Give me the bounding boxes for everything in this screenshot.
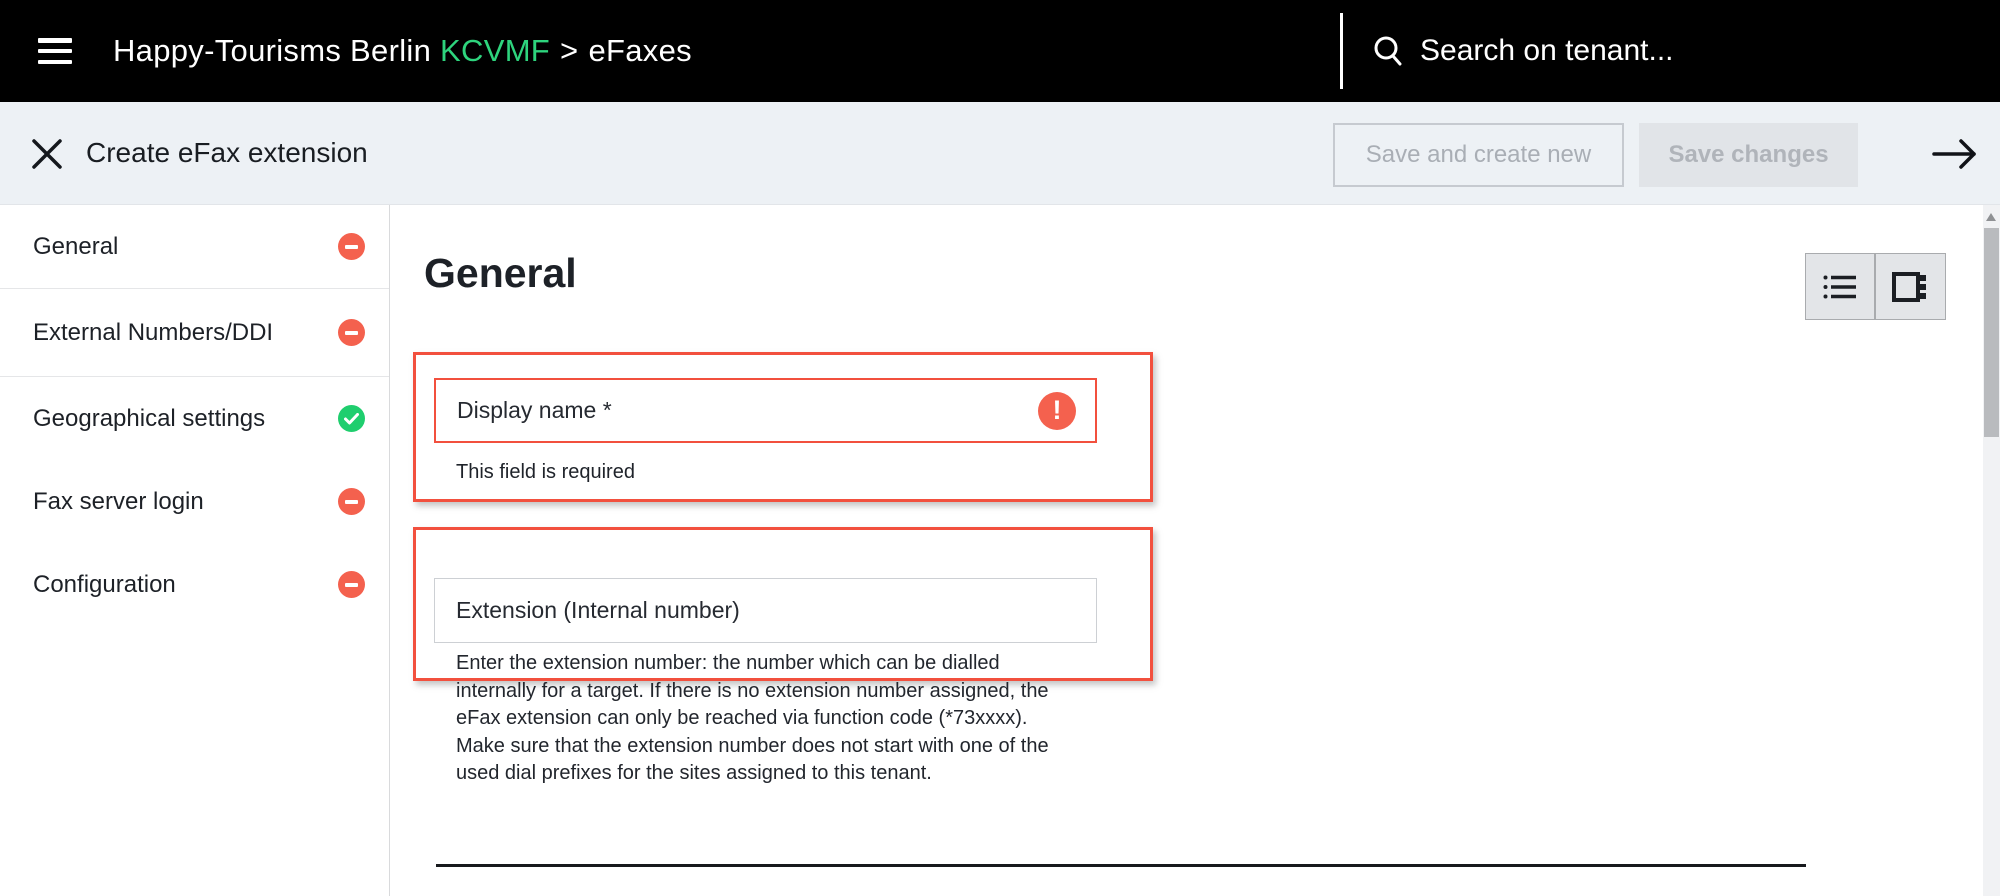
hamburger-menu-icon[interactable] [38, 38, 72, 64]
scrollbar-thumb[interactable] [1984, 228, 1999, 437]
status-invalid-icon [338, 571, 365, 598]
page-title: Create eFax extension [86, 102, 368, 204]
sidebar-item-label: General [33, 233, 118, 261]
section-heading: General [424, 250, 577, 297]
breadcrumb-tenant-code: KCVMF [440, 33, 550, 69]
status-invalid-icon [338, 233, 365, 260]
extension-help-text: Enter the extension number: the number w… [456, 650, 1049, 788]
editor-action-bar: Create eFax extension Save and create ne… [0, 102, 2000, 205]
display-name-field: ! [434, 378, 1097, 443]
panel-view-button[interactable] [1876, 254, 1946, 319]
search-icon [1372, 34, 1406, 68]
sidebar-item-label: Configuration [33, 571, 176, 599]
validation-message: This field is required [456, 461, 635, 484]
list-view-icon [1823, 274, 1857, 300]
breadcrumb-separator: > [550, 33, 588, 69]
status-invalid-icon [338, 319, 365, 346]
form-section-sidebar: General External Numbers/DDI Geographica… [0, 205, 390, 896]
sidebar-item-external-numbers-ddi[interactable]: External Numbers/DDI [0, 289, 389, 377]
section-divider [436, 864, 1806, 867]
help-line: internally for a target. If there is no … [456, 678, 1049, 706]
view-toggle-group [1805, 253, 1946, 320]
help-line: Make sure that the extension number does… [456, 733, 1049, 761]
save-and-create-new-button[interactable]: Save and create new [1333, 123, 1624, 187]
display-name-input[interactable] [436, 397, 1038, 424]
sidebar-item-label: External Numbers/DDI [33, 319, 273, 347]
save-changes-button[interactable]: Save changes [1639, 123, 1858, 187]
breadcrumb: Happy-Tourisms Berlin KCVMF > eFaxes [113, 0, 692, 102]
sidebar-item-general[interactable]: General [0, 205, 389, 289]
top-navigation-bar: Happy-Tourisms Berlin KCVMF > eFaxes [0, 0, 2000, 102]
scroll-up-arrow-icon[interactable] [1986, 213, 1996, 221]
breadcrumb-tenant-name: Happy-Tourisms Berlin [113, 33, 431, 69]
create-efax-extension-page: Happy-Tourisms Berlin KCVMF > eFaxes Cre… [0, 0, 2000, 896]
extension-field [434, 578, 1097, 643]
status-valid-icon [338, 405, 365, 432]
breadcrumb-section: eFaxes [588, 33, 691, 69]
sidebar-item-label: Fax server login [33, 488, 204, 516]
list-view-button[interactable] [1806, 254, 1876, 319]
status-invalid-icon [338, 488, 365, 515]
sidebar-item-configuration[interactable]: Configuration [0, 543, 389, 626]
help-line: eFax extension can only be reached via f… [456, 705, 1049, 733]
close-icon[interactable] [28, 135, 66, 173]
arrow-right-icon[interactable] [1930, 137, 1982, 171]
sidebar-item-label: Geographical settings [33, 405, 265, 433]
search-input[interactable] [1420, 34, 1900, 68]
extension-input[interactable] [435, 597, 1096, 624]
topbar-divider [1340, 13, 1343, 89]
tenant-search [1372, 0, 1900, 102]
sidebar-item-fax-server-login[interactable]: Fax server login [0, 460, 389, 543]
help-line: Enter the extension number: the number w… [456, 650, 1049, 678]
error-exclamation-icon: ! [1038, 392, 1076, 430]
panel-view-icon [1892, 272, 1928, 302]
help-line: used dial prefixes for the sites assigne… [456, 760, 1049, 788]
vertical-scrollbar[interactable] [1983, 205, 2000, 896]
sidebar-item-geographical-settings[interactable]: Geographical settings [0, 377, 389, 460]
